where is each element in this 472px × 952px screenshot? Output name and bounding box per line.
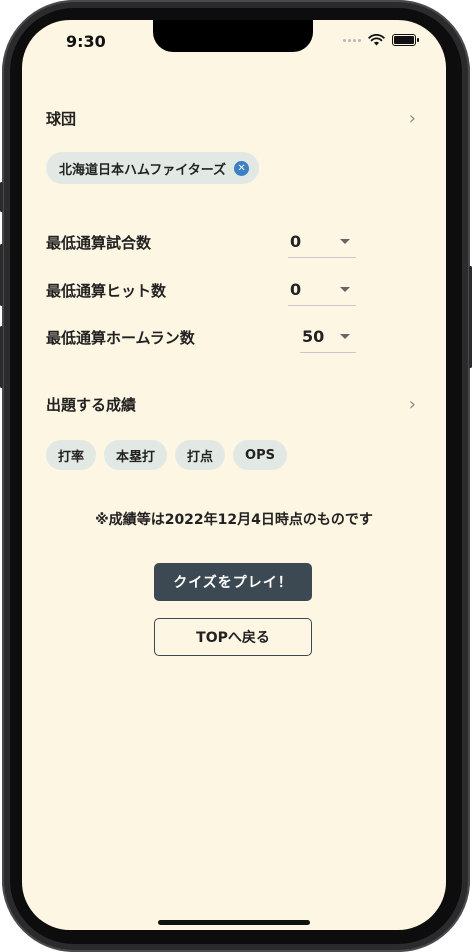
wifi-icon	[368, 34, 385, 46]
volume-up-button	[0, 244, 3, 306]
selected-team-name: 北海道日本ハムファイターズ	[59, 162, 227, 178]
team-select-row[interactable]: 球団 ›	[46, 108, 416, 129]
caret-down-icon	[340, 334, 350, 339]
play-quiz-button[interactable]: クイズをプレイ！	[154, 563, 312, 601]
remove-chip-icon[interactable]: ✕	[234, 160, 250, 176]
min-games-row: 最低通算試合数 0	[46, 226, 356, 258]
chevron-right-icon: ›	[408, 394, 416, 415]
stats-select-row[interactable]: 出題する成績 ›	[46, 394, 416, 415]
caret-down-icon	[340, 239, 350, 244]
min-games-dropdown[interactable]: 0	[288, 226, 356, 258]
status-time: 9:30	[66, 32, 106, 51]
data-date-note: ※成績等は2022年12月4日時点のものです	[95, 512, 373, 528]
chevron-right-icon: ›	[408, 108, 416, 129]
min-games-value: 0	[290, 232, 302, 251]
mute-switch	[0, 182, 3, 212]
battery-icon	[392, 34, 419, 46]
stat-chip-batting-average[interactable]: 打率	[46, 440, 97, 470]
stat-chip-rbi[interactable]: 打点	[175, 440, 226, 470]
stat-chip-home-runs[interactable]: 本塁打	[104, 440, 168, 470]
volume-down-button	[0, 326, 3, 388]
min-homeruns-label: 最低通算ホームラン数	[46, 328, 195, 347]
min-homeruns-row: 最低通算ホームラン数 50	[46, 321, 356, 353]
min-hits-label: 最低通算ヒット数	[46, 281, 167, 300]
back-to-top-button[interactable]: TOPへ戻る	[154, 618, 312, 656]
app-screen: 9:30 球団 › 北海道日本ハムファイターズ ✕ 最低通算試合数 0 最低通算…	[22, 20, 446, 930]
selected-team-chip[interactable]: 北海道日本ハムファイターズ ✕	[46, 152, 260, 184]
status-icons	[343, 34, 419, 46]
min-homeruns-value: 50	[302, 327, 325, 346]
min-hits-row: 最低通算ヒット数 0	[46, 274, 356, 306]
stat-chip-list: 打率 本塁打 打点 OPS	[46, 440, 287, 470]
caret-down-icon	[340, 287, 350, 292]
notch	[153, 20, 313, 52]
team-section-label: 球団	[46, 110, 77, 128]
min-hits-dropdown[interactable]: 0	[288, 274, 356, 306]
home-indicator[interactable]	[158, 920, 310, 925]
min-homeruns-dropdown[interactable]: 50	[300, 321, 356, 353]
stat-chip-ops[interactable]: OPS	[233, 440, 287, 470]
stats-section-label: 出題する成績	[46, 396, 137, 414]
min-hits-value: 0	[290, 280, 302, 299]
cellular-signal-icon	[343, 38, 361, 42]
min-games-label: 最低通算試合数	[46, 233, 152, 252]
